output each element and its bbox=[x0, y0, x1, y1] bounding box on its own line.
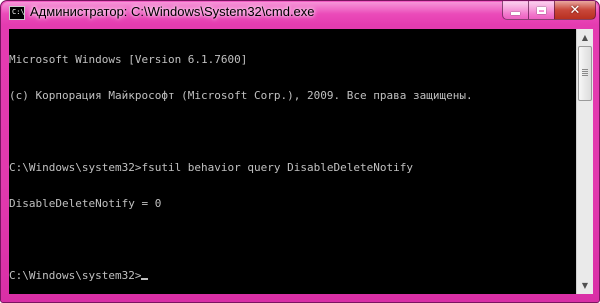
console-prompt-line[interactable]: C:\Windows\system32> bbox=[9, 270, 473, 282]
scroll-down-arrow-icon: ▼ bbox=[581, 281, 589, 290]
console-text: Microsoft Windows [Version 6.1.7600] (c)… bbox=[9, 30, 473, 294]
text-cursor bbox=[141, 278, 149, 280]
close-button[interactable]: ✕ bbox=[554, 1, 596, 20]
caption-buttons: ✕ bbox=[502, 1, 596, 21]
console-line-result: DisableDeleteNotify = 0 bbox=[9, 197, 162, 210]
window-title: Администратор: C:\Windows\System32\cmd.e… bbox=[30, 4, 315, 19]
maximize-button[interactable] bbox=[528, 1, 554, 20]
scroll-up-arrow-icon: ▲ bbox=[581, 33, 589, 42]
minimize-icon bbox=[511, 11, 520, 15]
scrollbar-thumb[interactable] bbox=[578, 46, 592, 101]
console-line-blank bbox=[9, 234, 473, 246]
cmd-app-icon-text: C:\ bbox=[12, 8, 25, 16]
console-line-command: C:\Windows\system32>fsutil behavior quer… bbox=[9, 161, 413, 174]
console-line-blank bbox=[9, 126, 473, 138]
console-output-area[interactable]: Microsoft Windows [Version 6.1.7600] (c)… bbox=[9, 29, 576, 294]
scrollbar-grip-icon bbox=[582, 69, 588, 77]
title-bar[interactable]: C:\ Администратор: C:\Windows\System32\c… bbox=[1, 1, 599, 29]
maximize-icon bbox=[537, 6, 546, 14]
console-prompt: C:\Windows\system32> bbox=[9, 269, 142, 282]
cmd-app-icon[interactable]: C:\ bbox=[9, 6, 25, 20]
console-line-version: Microsoft Windows [Version 6.1.7600] bbox=[9, 53, 248, 66]
cmd-window: C:\ Администратор: C:\Windows\System32\c… bbox=[0, 0, 600, 303]
console-line-copyright: (c) Корпорация Майкрософт (Microsoft Cor… bbox=[9, 89, 473, 102]
scroll-up-button[interactable]: ▲ bbox=[577, 29, 593, 46]
scroll-down-button[interactable]: ▼ bbox=[577, 277, 593, 294]
vertical-scrollbar[interactable]: ▲ ▼ bbox=[576, 29, 593, 294]
close-icon: ✕ bbox=[569, 2, 581, 18]
minimize-button[interactable] bbox=[502, 1, 528, 20]
